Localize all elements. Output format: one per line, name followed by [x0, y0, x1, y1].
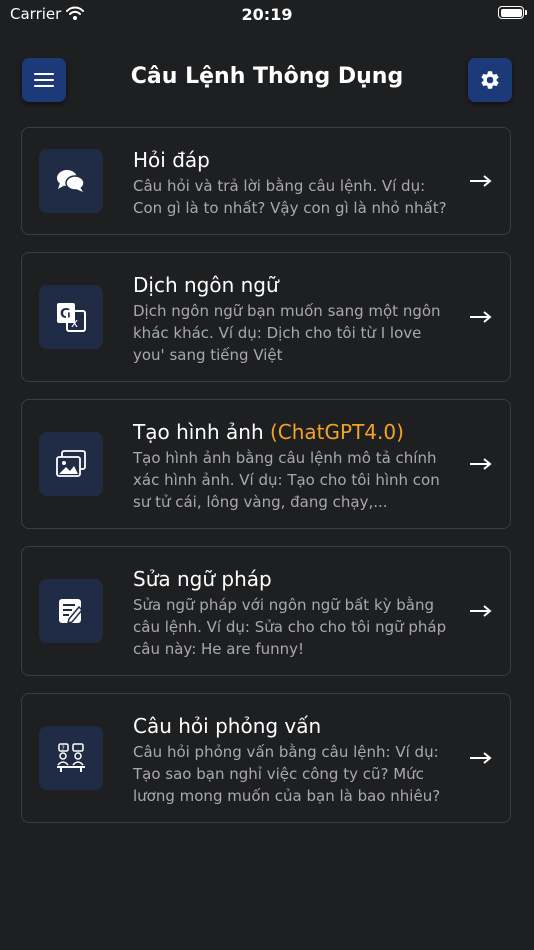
card-title: Dịch ngôn ngữ: [133, 273, 279, 297]
card-hoi-dap[interactable]: Hỏi đáp Câu hỏi và trả lời bằng câu lệnh…: [21, 127, 511, 235]
translate-icon: G x: [39, 285, 103, 349]
card-title: Câu hỏi phỏng vấn: [133, 714, 322, 738]
gear-icon: [481, 71, 499, 89]
status-bar: Carrier 20:19: [0, 0, 534, 30]
card-description: Sửa ngữ pháp với ngôn ngữ bất kỳ bằng câ…: [133, 596, 447, 658]
card-description: Câu hỏi phỏng vấn bằng câu lệnh: Ví dụ: …: [133, 743, 441, 805]
card-description: Tạo hình ảnh bằng câu lệnh mô tả chính x…: [133, 449, 440, 511]
card-title: Hỏi đáp: [133, 148, 210, 172]
card-sua-ngu-phap[interactable]: Sửa ngữ pháp Sửa ngữ pháp với ngôn ngữ b…: [21, 546, 511, 676]
arrow-right-icon: [470, 752, 492, 764]
svg-text:G: G: [60, 307, 71, 322]
chat-bubbles-icon: [39, 149, 103, 213]
card-cau-hoi-phong-van[interactable]: ? Câu hỏi phỏng vấn Câu hỏi phỏng vấn bằ…: [21, 693, 511, 823]
card-dich-ngon-ngu[interactable]: G x Dịch ngôn ngữ Dịch ngôn ngữ bạn muốn…: [21, 252, 511, 382]
image-gallery-icon: [39, 432, 103, 496]
card-title-highlight: (ChatGPT4.0): [269, 420, 404, 444]
arrow-right-icon: [470, 311, 492, 323]
interview-icon: ?: [39, 726, 103, 790]
card-title: Tạo hình ảnh (ChatGPT4.0): [133, 420, 404, 444]
svg-text:?: ?: [62, 745, 65, 752]
card-title: Sửa ngữ pháp: [133, 567, 272, 591]
arrow-right-icon: [470, 458, 492, 470]
svg-text:x: x: [71, 316, 78, 330]
page-title: Câu Lệnh Thông Dụng: [130, 64, 404, 89]
battery-icon: [498, 6, 527, 19]
edit-document-icon: [39, 579, 103, 643]
arrow-right-icon: [470, 605, 492, 617]
arrow-right-icon: [470, 175, 492, 187]
clock: 20:19: [241, 5, 293, 24]
settings-button[interactable]: [468, 58, 512, 102]
card-tao-hinh-anh[interactable]: Tạo hình ảnh (ChatGPT4.0) Tạo hình ảnh b…: [21, 399, 511, 529]
card-description: Câu hỏi và trả lời bằng câu lệnh. Ví dụ:…: [133, 177, 447, 217]
card-description: Dịch ngôn ngữ bạn muốn sang một ngôn khá…: [133, 302, 441, 364]
